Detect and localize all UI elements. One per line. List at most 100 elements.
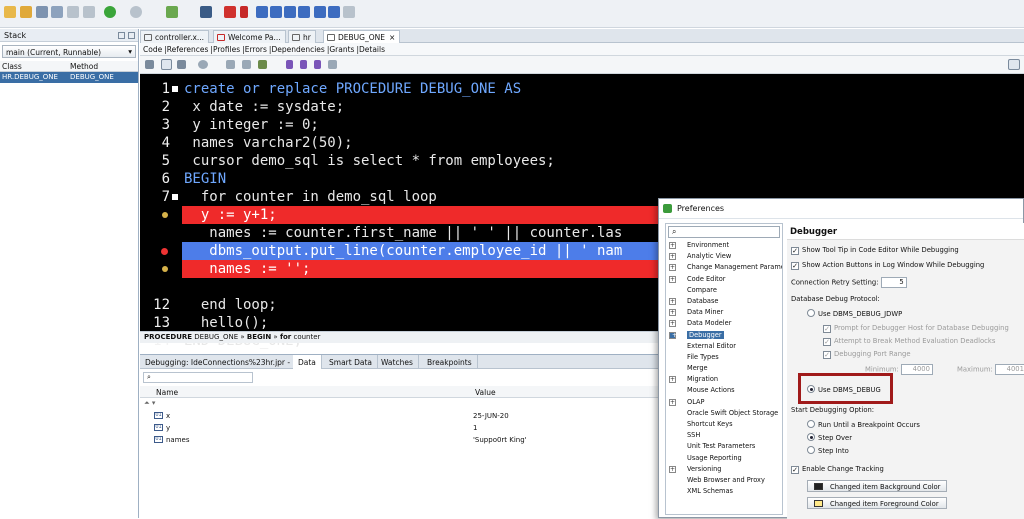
tree-item[interactable]: + Database <box>666 296 782 307</box>
thread-select[interactable]: main (Current, Runnable) ▾ <box>2 45 136 58</box>
compile-icon[interactable] <box>177 60 186 69</box>
tree-item[interactable]: + Versioning <box>666 464 782 475</box>
foreground-color-button[interactable]: Changed item Foreground Color <box>807 497 947 509</box>
tree-item[interactable]: + OLAP <box>666 397 782 408</box>
tree-item[interactable]: Merge <box>666 363 782 374</box>
background-color-button[interactable]: Changed item Background Color <box>807 480 947 492</box>
tree-item[interactable]: + Change Management Parameter <box>666 262 782 273</box>
tab-watches[interactable]: Watches <box>376 355 419 369</box>
step-to-end-icon[interactable] <box>298 6 310 18</box>
breakpoint-icon[interactable] <box>162 266 168 272</box>
binoculars-icon[interactable] <box>200 6 212 18</box>
tree-item[interactable]: + Debugger <box>666 330 782 341</box>
sql-history-icon[interactable] <box>1008 59 1020 70</box>
step-over-icon[interactable] <box>256 6 268 18</box>
variable-row[interactable]: 01 x 25-JUN-20 <box>140 410 660 422</box>
tab-grants[interactable]: Grants <box>329 45 356 54</box>
stop-icon[interactable] <box>224 6 236 18</box>
next-bookmark-icon[interactable] <box>314 60 321 69</box>
breadcrumb-item[interactable]: DEBUG_ONE <box>194 333 238 341</box>
tree-item[interactable]: Shortcut Keys <box>666 419 782 430</box>
tree-item[interactable]: File Types <box>666 352 782 363</box>
undo-icon[interactable] <box>67 6 79 18</box>
forward-icon[interactable] <box>130 6 142 18</box>
terminate-icon[interactable] <box>343 6 355 18</box>
tree-item[interactable]: + Code Editor <box>666 274 782 285</box>
new-icon[interactable] <box>4 6 16 18</box>
tab-data[interactable]: Data <box>293 355 322 369</box>
comment-icon[interactable] <box>328 60 337 69</box>
close-icon[interactable]: × <box>389 33 395 42</box>
tree-item[interactable]: Compare <box>666 285 782 296</box>
expand-icon[interactable]: + <box>669 320 676 328</box>
tab-profiles[interactable]: Profiles <box>213 45 242 54</box>
tab-references[interactable]: References <box>167 45 211 54</box>
dialog-title-bar[interactable]: Preferences <box>659 199 1023 219</box>
tree-item[interactable]: Usage Reporting <box>666 453 782 464</box>
edit-icon[interactable] <box>161 59 172 70</box>
tree-item[interactable]: Oracle Swift Object Storage <box>666 408 782 419</box>
tree-item[interactable]: External Editor <box>666 341 782 352</box>
tree-item[interactable]: + Data Miner <box>666 307 782 318</box>
step-into-icon[interactable] <box>270 6 282 18</box>
step-icon[interactable] <box>240 6 248 18</box>
tree-item[interactable]: XML Schemas <box>666 486 782 497</box>
pause-icon[interactable] <box>328 6 340 18</box>
resume-icon[interactable] <box>314 6 326 18</box>
tab-hr[interactable]: hr <box>288 30 316 43</box>
tab-details[interactable]: Details <box>359 45 387 54</box>
debug-icon[interactable] <box>242 60 251 69</box>
retry-input[interactable]: 5 <box>880 277 907 288</box>
tree-item[interactable]: Web Browser and Proxy <box>666 475 782 486</box>
open-icon[interactable] <box>20 6 32 18</box>
settings-icon[interactable] <box>198 60 208 69</box>
tab-welcome[interactable]: Welcome Pa... <box>213 30 286 43</box>
breakpoint-icon[interactable] <box>162 212 168 218</box>
pin-icon[interactable] <box>145 60 154 69</box>
save-all-icon[interactable] <box>51 6 63 18</box>
tree-item[interactable]: Mouse Actions <box>666 385 782 396</box>
column-header-method[interactable]: Method <box>68 61 100 71</box>
tree-item[interactable]: SSH <box>666 430 782 441</box>
variable-row[interactable]: 01 names 'Suppo0rt King' <box>140 434 660 446</box>
expand-icon[interactable]: + <box>669 465 676 473</box>
tree-item[interactable]: + Environment <box>666 240 782 251</box>
tab-smart-data[interactable]: Smart Data <box>324 355 378 369</box>
run-icon[interactable] <box>166 6 178 18</box>
step-into-radio[interactable]: Step Into <box>807 446 849 455</box>
tree-item[interactable]: + Data Modeler <box>666 318 782 329</box>
minimize-icon[interactable] <box>118 32 125 39</box>
stack-row[interactable]: HR.DEBUG_ONE DEBUG_ONE <box>0 72 138 83</box>
step-out-icon[interactable] <box>284 6 296 18</box>
prev-bookmark-icon[interactable] <box>300 60 307 69</box>
profile-icon[interactable] <box>258 60 267 69</box>
save-icon[interactable] <box>36 6 48 18</box>
expand-icon[interactable]: + <box>669 309 676 317</box>
tab-dependencies[interactable]: Dependencies <box>271 45 326 54</box>
tab-code[interactable]: Code <box>143 45 164 54</box>
expand-icon[interactable]: + <box>669 275 676 283</box>
close-icon[interactable] <box>128 32 135 39</box>
tree-item[interactable]: Unit Test Parameters <box>666 441 782 452</box>
tab-controller[interactable]: controller.x... <box>140 30 210 43</box>
column-header-name[interactable]: Name <box>156 388 178 397</box>
tree-item[interactable]: + Analytic View <box>666 251 782 262</box>
show-tooltip-checkbox[interactable]: ✓ Show Tool Tip in Code Editor While Debu… <box>791 246 959 255</box>
tab-debug-one[interactable]: DEBUG_ONE × <box>323 30 401 43</box>
tab-debug-log[interactable]: Debugging: IdeConnections%23hr.jpr - Log <box>140 355 312 369</box>
enable-tracking-checkbox[interactable]: ✓ Enable Change Tracking <box>791 465 884 474</box>
step-over-radio[interactable]: Step Over <box>807 433 852 442</box>
expand-icon[interactable]: + <box>669 242 676 249</box>
preferences-search-input[interactable]: ⌕ <box>668 226 780 238</box>
back-icon[interactable] <box>104 6 116 18</box>
expand-icon[interactable]: + <box>669 398 676 406</box>
expand-icon[interactable]: + <box>669 264 676 272</box>
breadcrumb-item[interactable]: counter <box>293 333 320 341</box>
use-jdwp-radio[interactable]: Use DBMS_DEBUG_JDWP <box>807 309 902 318</box>
show-action-buttons-checkbox[interactable]: ✓ Show Action Buttons in Log Window While… <box>791 261 984 270</box>
tree-item[interactable]: + Migration <box>666 374 782 385</box>
expand-icon[interactable]: + <box>669 376 676 384</box>
expand-icon[interactable]: + <box>669 297 676 305</box>
column-header-value[interactable]: Value <box>475 388 496 397</box>
tab-breakpoints[interactable]: Breakpoints <box>422 355 478 369</box>
